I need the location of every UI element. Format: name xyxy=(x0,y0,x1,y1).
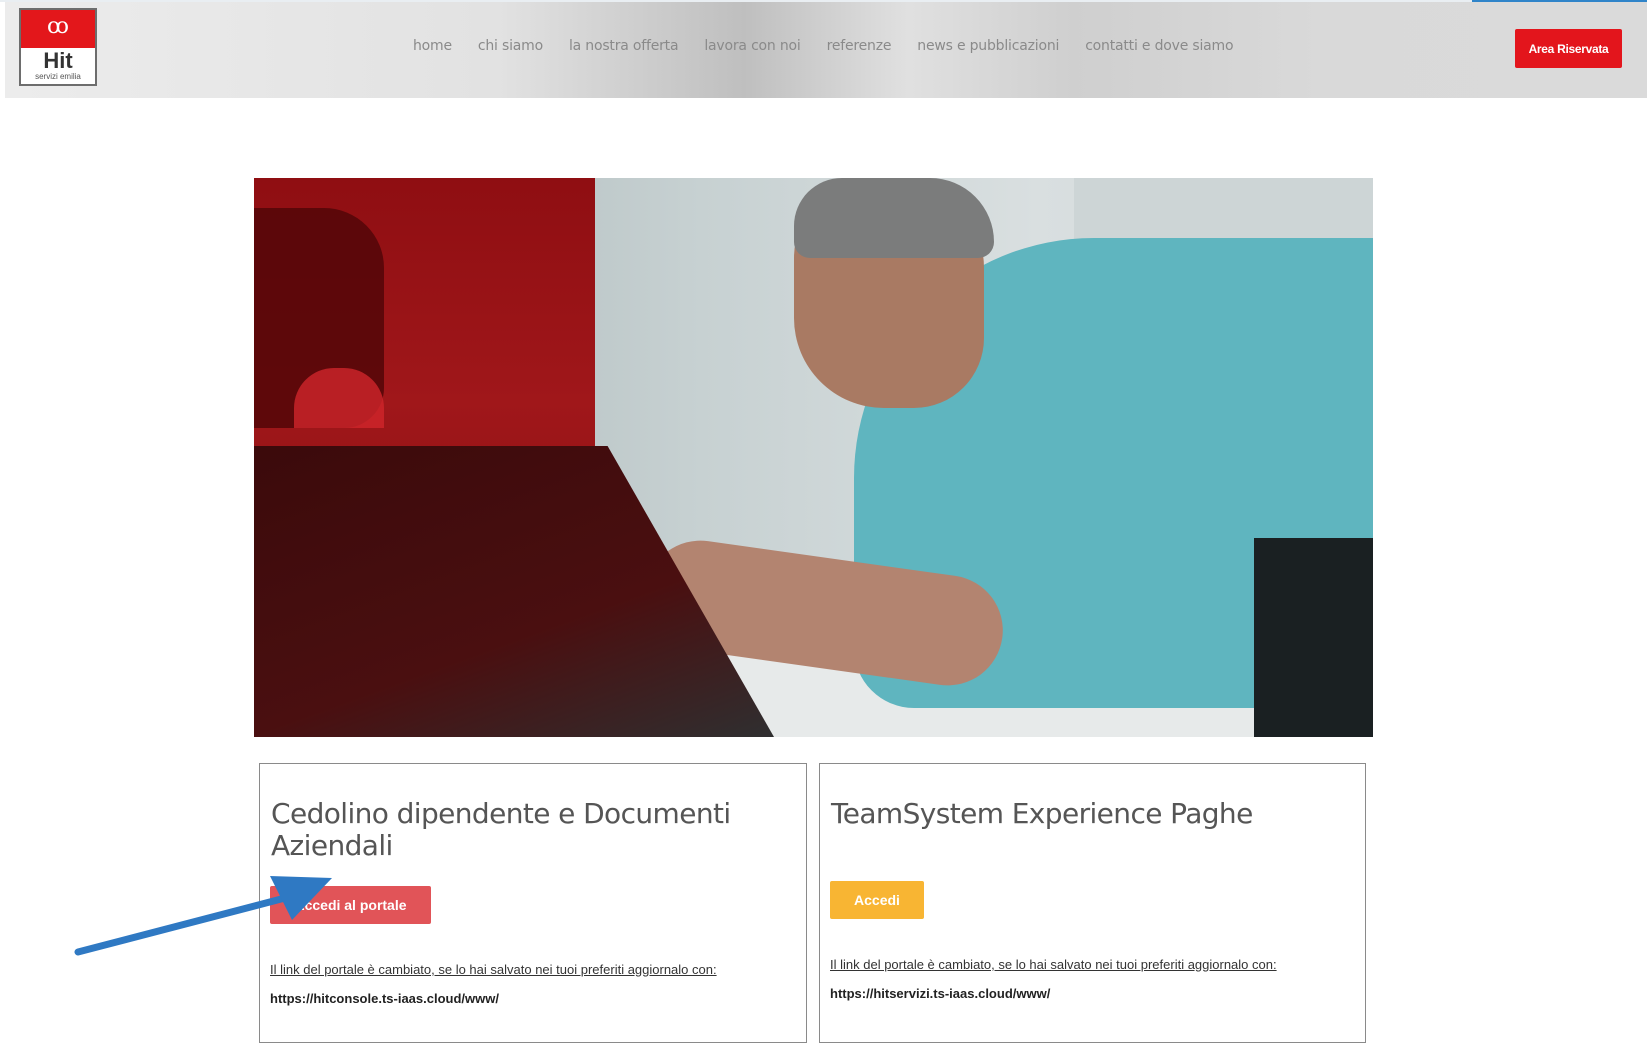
nav-lavora-con-noi[interactable]: lavora con noi xyxy=(704,38,800,58)
site-logo[interactable]: ꝏ Hit servizi emilia xyxy=(19,8,97,86)
hero-man-hair xyxy=(794,178,994,258)
nav-chi-siamo[interactable]: chi siamo xyxy=(478,38,543,58)
main-nav: home chi siamo la nostra offerta lavora … xyxy=(413,38,1259,58)
hero-image xyxy=(254,178,1373,737)
nav-home[interactable]: home xyxy=(413,38,452,58)
hero-man-pants xyxy=(1254,538,1373,737)
card-note: Il link del portale è cambiato, se lo ha… xyxy=(270,955,790,1013)
portal-link[interactable]: https://hitconsole.ts-iaas.cloud/www/ xyxy=(270,991,499,1006)
area-riservata-button[interactable]: Area Riservata xyxy=(1515,29,1622,68)
annotation-arrow-icon xyxy=(74,876,332,956)
accedi-button[interactable]: Accedi xyxy=(830,881,924,919)
logo-subtitle: servizi emilia xyxy=(35,72,81,81)
logo-emblem: ꝏ xyxy=(21,10,95,48)
nav-la-nostra-offerta[interactable]: la nostra offerta xyxy=(569,38,679,58)
card-note-text: Il link del portale è cambiato, se lo ha… xyxy=(270,962,717,977)
nav-referenze[interactable]: referenze xyxy=(827,38,892,58)
logo-emblem-icon: ꝏ xyxy=(47,14,69,39)
card-cedolino: Cedolino dipendente e Documenti Aziendal… xyxy=(259,763,807,1043)
card-note: Il link del portale è cambiato, se lo ha… xyxy=(830,950,1350,1008)
card-title: TeamSystem Experience Paghe xyxy=(831,797,1253,831)
site-header: ꝏ Hit servizi emilia home chi siamo la n… xyxy=(5,2,1647,98)
nav-news-e-pubblicazioni[interactable]: news e pubblicazioni xyxy=(917,38,1059,58)
portal-link[interactable]: https://hitservizi.ts-iaas.cloud/www/ xyxy=(830,986,1050,1001)
logo-name: Hit xyxy=(43,48,73,73)
card-teamsystem: TeamSystem Experience Paghe Accedi Il li… xyxy=(819,763,1366,1043)
card-title: Cedolino dipendente e Documenti Aziendal… xyxy=(271,797,731,863)
nav-contatti[interactable]: contatti e dove siamo xyxy=(1085,38,1233,58)
card-note-text: Il link del portale è cambiato, se lo ha… xyxy=(830,957,1277,972)
